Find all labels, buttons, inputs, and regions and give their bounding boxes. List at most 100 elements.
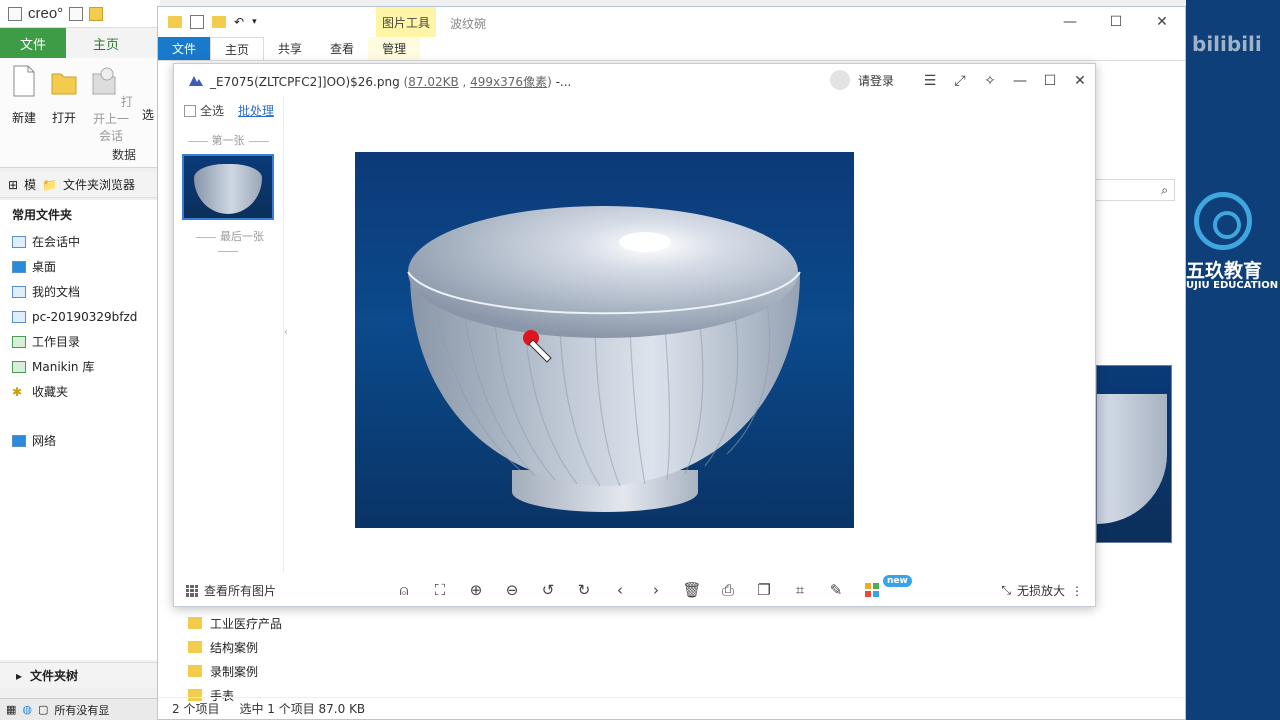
delete-icon[interactable]: 🗑 — [681, 579, 703, 601]
select-all-checkbox[interactable]: 全选 — [184, 102, 224, 119]
view-all-label: 查看所有图片 — [204, 584, 277, 598]
zoom-out-icon[interactable]: ⊖ — [501, 579, 523, 601]
expand-icon: ⤡ — [1001, 583, 1011, 597]
tab-view[interactable]: 查看 — [316, 37, 368, 60]
picture-tools-tab[interactable]: 图片工具 — [376, 7, 436, 37]
tab-model-tree[interactable]: 模 — [24, 176, 36, 193]
network-icon — [12, 434, 26, 447]
tab-share[interactable]: 共享 — [264, 37, 316, 60]
minimize-button[interactable]: — — [1047, 7, 1093, 37]
nav-folder[interactable]: 录制案例 — [188, 659, 318, 683]
tree-item-desktop[interactable]: 桌面 — [0, 254, 158, 279]
lossless-zoom-button[interactable]: ⤡ 无损放大 ⋮ — [1001, 582, 1083, 599]
main-image-bowl[interactable] — [355, 152, 854, 528]
first-image-label: 第一张 — [182, 132, 274, 148]
nav-folder-label: 录制案例 — [210, 664, 259, 679]
pin-icon[interactable]: ✧ — [979, 70, 1001, 92]
properties-icon[interactable] — [190, 15, 204, 29]
tree-item-label: 网络 — [32, 434, 57, 448]
creo-ribbon-tabs: 文件 主页 — [0, 28, 160, 58]
brand-logo-icon — [1194, 192, 1252, 250]
creo-side-tabs: ⊞ 模 📁 文件夹浏览器 — [0, 172, 160, 198]
quick-open-icon[interactable] — [89, 6, 104, 21]
tree-item-label: Manikin 库 — [32, 360, 95, 374]
close-button[interactable]: ✕ — [1069, 70, 1091, 92]
tree-item-computer[interactable]: pc-20190329bfzd — [0, 304, 158, 329]
collapse-sidebar-handle[interactable]: ‹ — [284, 304, 294, 360]
grid-icon[interactable]: ▦ — [6, 703, 16, 716]
common-folders-panel: 常用文件夹 在会话中 桌面 我的文档 pc-20190329bfzd 工作目录 … — [0, 200, 158, 660]
rotate-right-icon[interactable]: ↻ — [573, 579, 595, 601]
lossless-zoom-label: 无损放大 — [1016, 584, 1065, 598]
menu-icon[interactable]: ☰ — [919, 70, 941, 92]
avatar — [830, 70, 850, 90]
undo-icon[interactable]: ↶ — [234, 15, 244, 29]
view-all-images-button[interactable]: 查看所有图片 — [186, 582, 276, 599]
copy-image-icon[interactable]: ❐ — [753, 579, 775, 601]
tree-item-manikin-library[interactable]: Manikin 库 — [0, 354, 158, 379]
creo-tab-file[interactable]: 文件 — [0, 28, 66, 58]
apps-icon[interactable] — [861, 579, 883, 601]
minimize-button[interactable]: — — [1009, 70, 1031, 92]
screenshot-icon[interactable]: ⌗ — [789, 579, 811, 601]
select-button[interactable]: 选 — [138, 64, 158, 123]
edit-icon[interactable]: ✎ — [825, 579, 847, 601]
mouse-mode-icon[interactable]: ⍝ — [393, 579, 415, 601]
next-image-icon[interactable]: › — [645, 579, 667, 601]
open-previous-label-2: 会话 — [98, 129, 123, 143]
folder-tree-toggle[interactable]: ▸ 文件夹树 — [0, 662, 158, 688]
image-thumbnail[interactable] — [182, 154, 274, 220]
explorer-nav-pane: 工业医疗产品 结构案例 录制案例 手表 — [188, 611, 318, 707]
item-count: 2 个项目 — [172, 702, 220, 716]
previous-image-icon[interactable]: ‹ — [609, 579, 631, 601]
maximize-button[interactable]: ☐ — [1093, 7, 1139, 37]
tab-manage[interactable]: 管理 — [368, 37, 421, 60]
print-icon[interactable]: ⎙ — [717, 579, 739, 601]
open-button-label: 打开 — [51, 111, 76, 125]
select-all-label: 全选 — [200, 104, 225, 118]
background-desktop-right: bilibili 五玖教育 UJIU EDUCATION — [1186, 0, 1280, 720]
tree-item-favorites[interactable]: ✱ 收藏夹 — [0, 379, 158, 404]
monitor-icon — [12, 235, 26, 248]
open-previous-session-button[interactable]: 打开上一 会话 — [86, 64, 136, 144]
last-image-label: 最后一张 — [182, 228, 274, 257]
tree-item-in-session[interactable]: 在会话中 — [0, 229, 158, 254]
more-options-icon[interactable]: ⋮ — [1071, 584, 1083, 598]
open-button[interactable]: 打开 — [44, 64, 84, 126]
zoom-in-icon[interactable]: ⊕ — [465, 579, 487, 601]
title-ellipsis: -... — [555, 75, 572, 89]
background-image-preview — [1096, 365, 1172, 543]
rotate-left-icon[interactable]: ↺ — [537, 579, 559, 601]
maximize-button[interactable]: ☐ — [1039, 70, 1061, 92]
file-size[interactable]: 87.02KB — [408, 75, 458, 89]
chevron-down-icon[interactable]: ▾ — [252, 17, 257, 27]
fit-window-icon[interactable]: ⛶ — [429, 579, 451, 601]
explorer-ribbon-tabs: 文件 主页 共享 查看 管理 — [158, 37, 1185, 61]
tree-item-network[interactable]: 网络 — [0, 428, 158, 453]
folder-icon — [188, 641, 202, 653]
fullscreen-icon[interactable]: ⤢ — [949, 70, 971, 92]
globe-icon[interactable]: ◍ — [22, 703, 32, 716]
selection-info: 选中 1 个项目 87.0 KB — [239, 702, 366, 716]
nav-folder[interactable]: 工业医疗产品 — [188, 611, 318, 635]
square-icon[interactable]: ▢ — [38, 703, 48, 716]
select-icon — [140, 64, 156, 98]
quick-new-icon[interactable] — [69, 6, 84, 21]
close-button[interactable]: ✕ — [1139, 7, 1185, 37]
new-folder-icon[interactable] — [212, 16, 226, 28]
tree-item-working-directory[interactable]: 工作目录 — [0, 329, 158, 354]
new-button[interactable]: 新建 — [4, 64, 44, 126]
batch-process-link[interactable]: 批处理 — [238, 102, 274, 119]
tab-file[interactable]: 文件 — [158, 37, 211, 60]
nav-folder[interactable]: 结构案例 — [188, 635, 318, 659]
login-button[interactable]: 请登录 — [830, 70, 894, 90]
tab-home[interactable]: 主页 — [210, 37, 265, 60]
tree-item-label: 在会话中 — [32, 235, 81, 249]
image-dimensions[interactable]: 499x376像素 — [470, 75, 547, 89]
new-file-icon — [13, 65, 35, 97]
tab-folder-browser[interactable]: 文件夹浏览器 — [63, 176, 135, 193]
folder-icon — [168, 16, 182, 28]
tree-item-my-documents[interactable]: 我的文档 — [0, 279, 158, 304]
creo-tab-home[interactable]: 主页 — [66, 28, 146, 58]
model-tree-icon[interactable]: ⊞ — [8, 178, 18, 192]
